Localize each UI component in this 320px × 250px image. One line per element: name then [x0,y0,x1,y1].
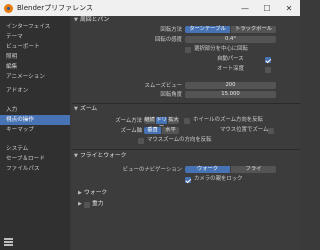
fly-walk-title: フライとウォーク [80,153,127,159]
navigation-fly[interactable]: フライ [231,166,276,173]
orbit-method-turntable[interactable]: ターンテーブル [185,26,230,33]
gravity-subpanel-header[interactable]: ▶ 重力 [76,200,104,209]
zoom-method-dolly[interactable]: ドリー [156,117,167,130]
sidebar-item-lights[interactable]: 照明 [0,52,70,62]
sidebar-item-save-load[interactable]: セーブ＆ロード [0,154,70,164]
fly-walk-header[interactable]: ▼ フライとウォーク [72,152,300,161]
smooth-view-label: スムーズビュー [144,83,182,89]
maximize-button[interactable]: ☐ [256,0,278,16]
sidebar-item-animation[interactable]: アニメーション [0,72,70,82]
wheel-invert-label: ホイールのズーム方向を反転 [193,117,263,123]
zoom-axis-horizontal[interactable]: 水平 [162,127,179,134]
sidebar-item-keymap[interactable]: キーマップ [0,125,70,135]
orbit-sensitivity-field[interactable]: 0.4° [185,36,276,43]
sidebar-item-file-paths[interactable]: ファイルパス [0,164,70,174]
zoom-axis-vertical[interactable]: 垂直 [144,127,161,134]
sidebar: インターフェイス テーマ ビューポート 照明 編集 アニメーション アドオン 入… [0,16,70,250]
zoom-method-label: ズーム方法 [115,118,142,124]
auto-depth-checkbox[interactable] [265,67,271,73]
walk-subpanel-title: ウォーク [84,190,108,196]
rotation-angle-label: 回転角度 [160,92,182,98]
view-navigation-label: ビューのナビゲーション [122,167,182,173]
zoom-to-mouse-checkbox[interactable] [268,128,274,134]
gravity-subpanel-title: 重力 [92,201,104,207]
sidebar-item-addons[interactable]: アドオン [0,86,70,96]
section-divider [72,103,300,104]
zoom-to-mouse-label: マウス位置でズーム [220,127,269,133]
auto-perspective-label: 自動パース [217,56,244,62]
title-bar: Blenderプリファレンス — ☐ ✕ [0,0,300,16]
orbit-around-selection-checkbox[interactable] [185,47,191,53]
invert-mouse-zoom-checkbox[interactable] [138,138,144,144]
preferences-content: ▼ 周回とパン 回転方法 ターンテーブル トラックボール 回転の感度 0.4° … [72,16,300,250]
fly-walk-panel: ▼ フライとウォーク [72,152,300,161]
chevron-down-icon: ▼ [74,106,78,112]
wheel-invert-checkbox[interactable] [184,118,190,124]
section-divider [72,149,300,150]
close-button[interactable]: ✕ [278,0,300,16]
hamburger-menu-icon[interactable] [4,238,13,246]
sidebar-item-viewport[interactable]: ビューポート [0,42,70,52]
chevron-right-icon: ▶ [78,201,82,207]
orbit-pan-header[interactable]: ▼ 周回とパン [72,16,300,25]
sidebar-item-interface[interactable]: インターフェイス [0,22,70,32]
orbit-sensitivity-label: 回転の感度 [155,37,182,43]
orbit-around-selection-label: 選択部分を中心に回転 [194,46,248,52]
chevron-down-icon: ▼ [74,153,78,159]
sidebar-item-themes[interactable]: テーマ [0,32,70,42]
orbit-pan-title: 周回とパン [80,17,110,23]
camera-parent-lock-checkbox[interactable] [185,177,191,183]
orbit-pan-panel: ▼ 周回とパン [72,16,300,25]
zoom-panel: ▼ ズーム [72,105,300,114]
auto-depth-label: オート深度 [217,66,244,72]
window-title: Blenderプリファレンス [17,4,93,12]
zoom-header[interactable]: ▼ ズーム [72,105,300,114]
orbit-method-label: 回転方法 [160,27,182,33]
zoom-axis-label: ズーム軸 [120,128,142,134]
sidebar-item-system[interactable]: システム [0,144,70,154]
zoom-method-continue[interactable]: 継続 [144,117,155,124]
chevron-down-icon: ▼ [74,17,78,23]
walk-subpanel-header[interactable]: ▶ ウォーク [76,189,107,198]
minimize-button[interactable]: — [234,0,256,16]
navigation-walk[interactable]: ウォーク [185,166,230,173]
gravity-checkbox[interactable] [84,201,90,208]
orbit-method-trackball[interactable]: トラックボール [231,26,276,33]
zoom-method-scale[interactable]: 拡大 [168,117,179,124]
rotation-angle-field[interactable]: 15.000 [185,91,276,98]
auto-perspective-checkbox[interactable] [265,57,271,63]
sidebar-item-navigation[interactable]: 視点の操作 [0,115,70,125]
chevron-right-icon: ▶ [78,190,82,196]
sidebar-item-editing[interactable]: 編集 [0,62,70,72]
camera-parent-lock-label: カメラの親をロック [194,176,243,182]
sidebar-item-input[interactable]: 入力 [0,105,70,115]
zoom-title: ズーム [80,106,98,112]
invert-mouse-zoom-label: マウスズームの方向を反転 [147,137,212,143]
blender-logo-icon [4,3,13,13]
smooth-view-field[interactable]: 200 [185,82,276,89]
